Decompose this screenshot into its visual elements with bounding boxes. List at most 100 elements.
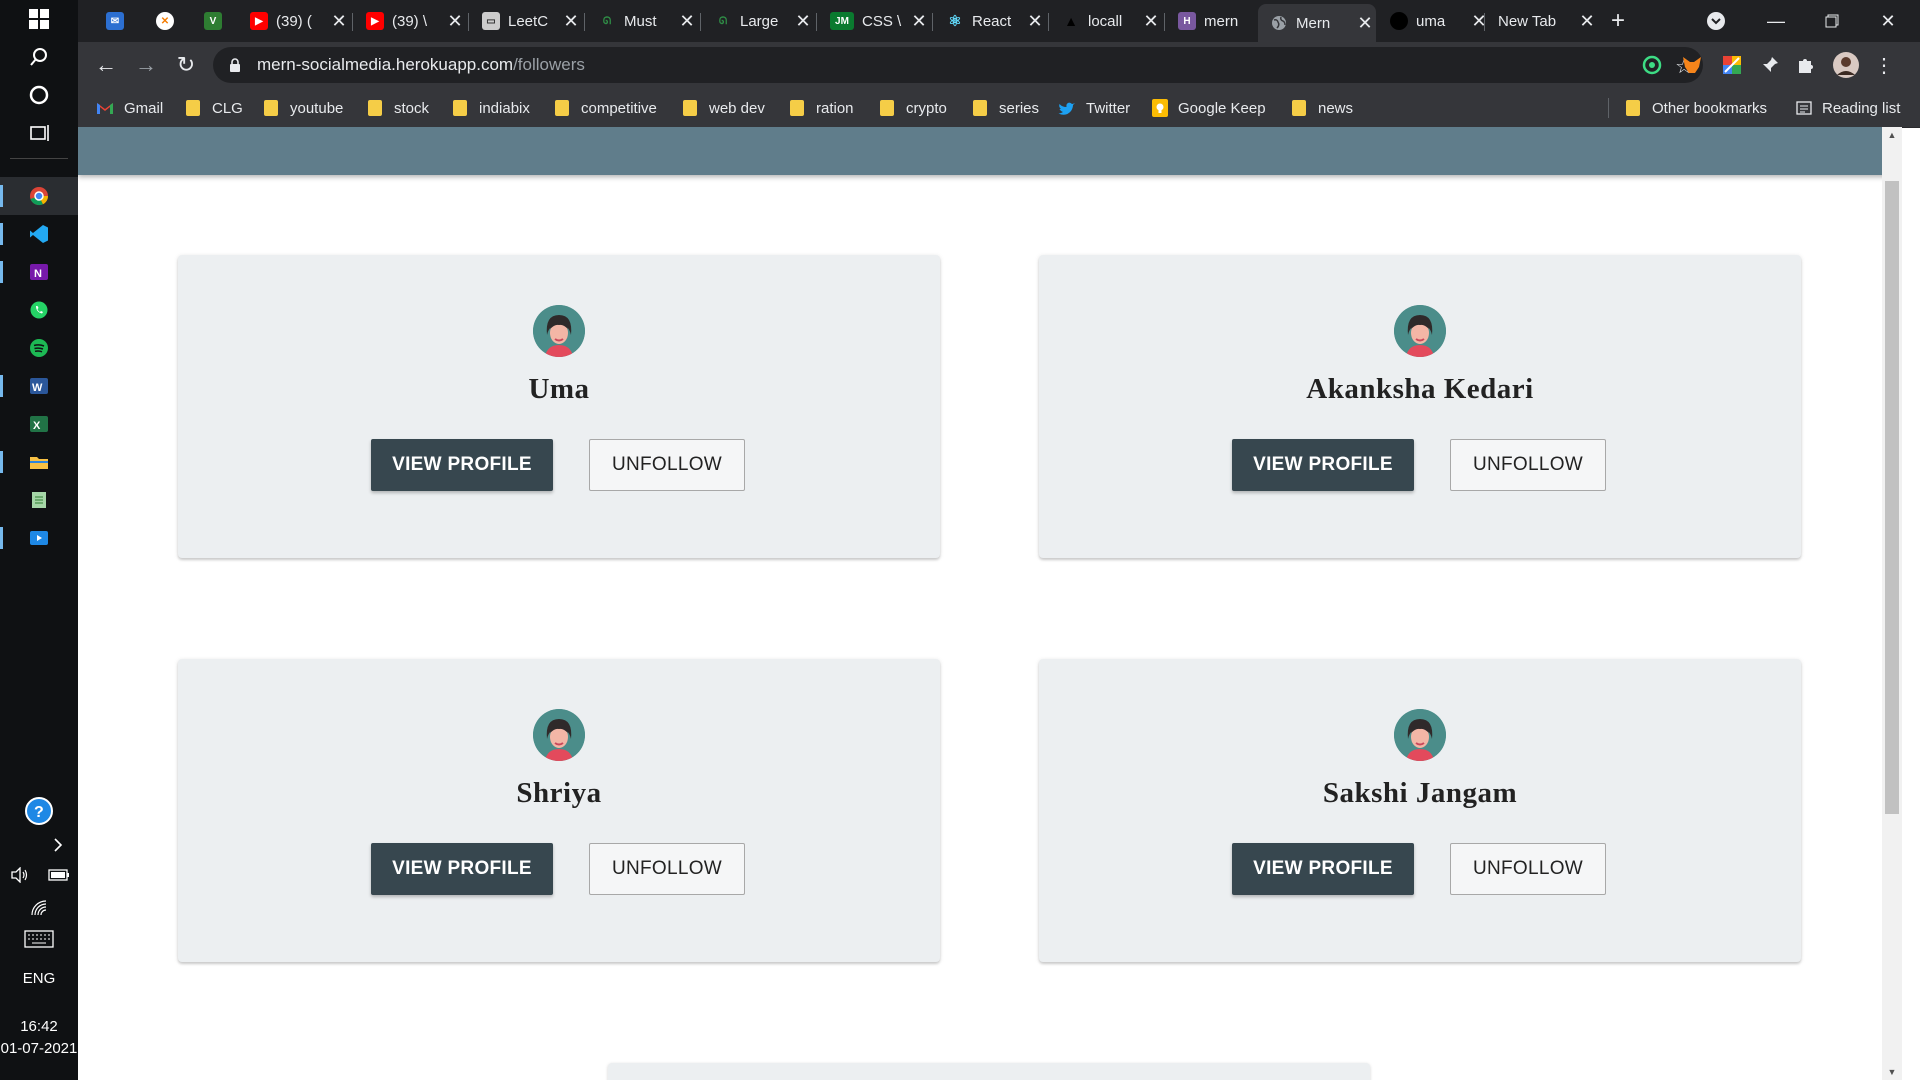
taskbar-media-player[interactable] <box>0 519 78 557</box>
bookmark-google-keep[interactable]: Google Keep <box>1152 96 1266 120</box>
close-icon[interactable]: ✕ <box>792 11 814 32</box>
extension-green-circle[interactable] <box>1640 53 1664 77</box>
tab-search-button[interactable] <box>1694 0 1738 42</box>
close-window-button[interactable]: ✕ <box>1860 0 1916 42</box>
bookmark-folder-news[interactable]: news <box>1292 96 1353 120</box>
scrollbar-thumb[interactable] <box>1885 181 1899 814</box>
avatar <box>1833 52 1859 78</box>
reload-button[interactable]: ↻ <box>170 49 202 81</box>
bookmark-folder-crypto[interactable]: crypto <box>880 96 947 120</box>
whatsapp-icon <box>30 301 48 319</box>
page-scrollbar[interactable]: ▲ ▼ <box>1882 127 1902 1080</box>
bookmark-folder-competitive[interactable]: competitive <box>555 96 657 120</box>
view-profile-button[interactable]: VIEW PROFILE <box>371 439 553 491</box>
tab-youtube-1[interactable]: ▶ (39) ( ✕ <box>238 5 350 37</box>
bookmark-folder-clg[interactable]: CLG <box>186 96 243 120</box>
spotify-icon <box>30 339 48 357</box>
address-bar[interactable]: mern-socialmedia.herokuapp.com/followers… <box>213 47 1703 83</box>
scroll-down-arrow-icon[interactable]: ▼ <box>1882 1064 1902 1080</box>
language-indicator[interactable]: ENG <box>0 970 78 987</box>
lock-icon[interactable] <box>229 58 241 72</box>
extensions-button[interactable] <box>1794 53 1818 77</box>
view-profile-button[interactable]: VIEW PROFILE <box>371 843 553 895</box>
close-icon[interactable]: ✕ <box>444 11 466 32</box>
tab-active-mern[interactable]: Mern ✕ <box>1258 4 1376 42</box>
close-icon[interactable]: ✕ <box>1576 11 1598 32</box>
bookmark-folder-youtube[interactable]: youtube <box>264 96 343 120</box>
tab-react[interactable]: ⚛ React ✕ <box>934 5 1046 37</box>
follower-name: Uma <box>528 373 590 405</box>
tab-orange[interactable]: ✕ <box>144 5 192 37</box>
close-icon[interactable]: ✕ <box>1140 11 1162 32</box>
bookmark-twitter[interactable]: Twitter <box>1058 96 1130 120</box>
bookmarks-bar: Gmail CLG youtube stock indiabix competi… <box>78 88 1920 128</box>
tab-css[interactable]: JM CSS \ ✕ <box>818 5 930 37</box>
vscode-icon <box>30 225 48 243</box>
tab-mail[interactable]: ✉ <box>94 5 142 37</box>
extension-pin[interactable] <box>1758 53 1782 77</box>
profile-avatar-button[interactable] <box>1832 51 1860 79</box>
close-icon[interactable]: ✕ <box>908 11 930 32</box>
bookmark-gmail[interactable]: Gmail <box>96 96 163 120</box>
unfollow-button[interactable]: UNFOLLOW <box>589 843 745 895</box>
minimize-button[interactable]: — <box>1748 0 1804 42</box>
bookmark-folder-series[interactable]: series <box>973 96 1039 120</box>
bookmark-label: youtube <box>290 99 344 117</box>
taskbar-excel[interactable]: X <box>0 405 78 443</box>
view-profile-button[interactable]: VIEW PROFILE <box>1232 843 1414 895</box>
tab-github[interactable]: uma ✕ <box>1378 5 1490 37</box>
bookmark-folder-stock[interactable]: stock <box>368 96 429 120</box>
taskbar-vscode[interactable] <box>0 215 78 253</box>
taskbar-word[interactable]: W <box>0 367 78 405</box>
task-view-button[interactable] <box>0 114 78 152</box>
forward-button[interactable]: → <box>130 49 162 81</box>
close-icon[interactable]: ✕ <box>328 11 350 32</box>
cortana-circle-icon <box>29 85 49 105</box>
avatar <box>533 305 585 357</box>
tab-new[interactable]: New Tab ✕ <box>1486 5 1598 37</box>
taskbar-file-explorer[interactable] <box>0 443 78 481</box>
bookmark-folder-ration[interactable]: ration <box>790 96 854 120</box>
tab-youtube-2[interactable]: ▶ (39) \ ✕ <box>354 5 466 37</box>
vercel-icon: ▲ <box>1064 13 1078 29</box>
windows-start-button[interactable] <box>0 0 78 38</box>
taskbar-notepad[interactable] <box>0 481 78 519</box>
cortana-button[interactable] <box>0 76 78 114</box>
taskbar-chrome[interactable] <box>0 177 78 215</box>
taskbar-whatsapp[interactable] <box>0 291 78 329</box>
bookmark-other-bookmarks[interactable]: Other bookmarks <box>1626 96 1767 120</box>
view-profile-button[interactable]: VIEW PROFILE <box>1232 439 1414 491</box>
taskbar-help[interactable]: ? <box>0 792 78 830</box>
close-icon[interactable]: ✕ <box>1354 13 1376 34</box>
unfollow-button[interactable]: UNFOLLOW <box>589 439 745 491</box>
unfollow-button[interactable]: UNFOLLOW <box>1450 439 1606 491</box>
extension-metamask[interactable] <box>1680 53 1704 77</box>
close-icon[interactable]: ✕ <box>1024 11 1046 32</box>
browser-menu-button[interactable]: ⋮ <box>1872 53 1896 77</box>
tab-gfg-1[interactable]: ᘏ Must ✕ <box>586 5 698 37</box>
url-text[interactable]: mern-socialmedia.herokuapp.com/followers <box>257 55 585 75</box>
extension-colorful[interactable] <box>1720 53 1744 77</box>
restore-button[interactable] <box>1804 0 1860 42</box>
unfollow-button[interactable]: UNFOLLOW <box>1450 843 1606 895</box>
tab-gfg-2[interactable]: ᘏ Large ✕ <box>702 5 814 37</box>
new-tab-button[interactable]: + <box>1596 0 1640 42</box>
clock-time[interactable]: 16:42 <box>0 1018 78 1035</box>
clock-date[interactable]: 01-07-2021 <box>0 1040 78 1057</box>
taskbar-onenote[interactable]: N <box>0 253 78 291</box>
page-viewport: Uma VIEW PROFILE UNFOLLOW Akanksha Kedar… <box>78 127 1902 1080</box>
tab-leetcode[interactable]: ▭ LeetC ✕ <box>470 5 582 37</box>
close-icon[interactable]: ✕ <box>676 11 698 32</box>
taskbar-spotify[interactable] <box>0 329 78 367</box>
close-icon[interactable]: ✕ <box>560 11 582 32</box>
scroll-up-arrow-icon[interactable]: ▲ <box>1882 127 1902 143</box>
taskbar-search-button[interactable] <box>0 38 78 76</box>
reading-list-button[interactable]: Reading list <box>1796 96 1900 120</box>
tab-green[interactable]: V <box>192 5 240 37</box>
touch-keyboard-button[interactable] <box>0 920 78 958</box>
bookmark-folder-indiabix[interactable]: indiabix <box>453 96 530 120</box>
back-button[interactable]: ← <box>90 49 122 81</box>
url-domain: mern-socialmedia.herokuapp.com <box>257 55 514 74</box>
bookmark-folder-web-dev[interactable]: web dev <box>683 96 765 120</box>
tab-localhost[interactable]: ▲ locall ✕ <box>1050 5 1162 37</box>
